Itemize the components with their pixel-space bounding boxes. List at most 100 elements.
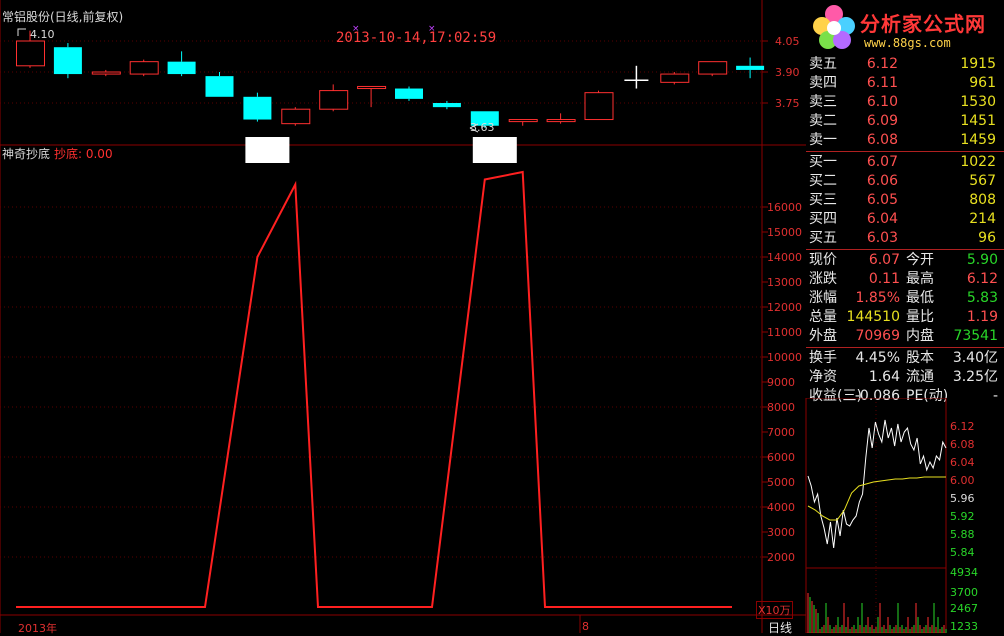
price-axis-tick: 4.05 — [775, 35, 800, 48]
stat-value: 0.11 — [868, 271, 900, 287]
indicator-name[interactable]: 神奇抄底 — [2, 145, 50, 162]
stat-label: 换手 — [809, 350, 837, 366]
panel-divider — [806, 347, 1004, 348]
candlestick[interactable] — [624, 65, 649, 89]
intraday-average-line — [807, 476, 946, 521]
row-volume: 961 — [969, 75, 996, 91]
intraday-volume-tick: 3700 — [950, 586, 978, 599]
stat-label: 净资 — [809, 369, 837, 385]
order-book-row[interactable]: 卖二 6.09 1451 — [806, 112, 1002, 131]
price-axis-tick: 3.90 — [775, 66, 800, 79]
candlestick[interactable] — [546, 113, 576, 124]
stat-label: 涨跌 — [809, 271, 837, 287]
buy-signal-box — [472, 137, 517, 163]
month-label: 8 — [582, 620, 589, 633]
stat-value: 6.07 — [868, 252, 900, 268]
intraday-price-line — [807, 419, 947, 549]
intraday-volume-tick: 2467 — [950, 602, 978, 615]
stat-label: 内盘 — [906, 328, 934, 344]
stat-row: 现价 6.07 今开 5.90 — [806, 251, 1002, 270]
indicator-axis-tick: 14000 — [767, 251, 802, 264]
row-label: 卖五 — [809, 56, 837, 72]
row-price: 6.07 — [866, 154, 898, 170]
order-book-row[interactable]: 买四 6.04 214 — [806, 210, 1002, 229]
order-book-row[interactable]: 买二 6.06 567 — [806, 172, 1002, 191]
intraday-price-tick: 5.92 — [950, 510, 975, 523]
stat-label: 流通 — [906, 369, 934, 385]
main-chart[interactable]: × × 4.053.903.751600015000140001300012000… — [0, 0, 806, 633]
row-volume: 1459 — [960, 132, 996, 148]
candlestick[interactable] — [508, 119, 538, 126]
candlestick[interactable] — [129, 59, 159, 77]
stat-row: 涨幅 1.85% 最低 5.83 — [806, 289, 1002, 308]
stat-value: 144510 — [846, 309, 900, 325]
candlestick[interactable] — [584, 90, 614, 121]
indicator-axis-tick: 10000 — [767, 351, 802, 364]
intraday-chart[interactable]: 6.12 6.08 6.04 6.00 5.96 5.92 5.88 5.84 4934 3700… — [768, 398, 1004, 633]
candlestick[interactable] — [53, 43, 82, 79]
buy-signal-box — [245, 137, 290, 163]
candlestick[interactable] — [205, 72, 234, 97]
stat-value: 3.40亿 — [952, 350, 998, 366]
stat-label: 量比 — [906, 309, 934, 325]
intraday-price-tick: 6.12 — [950, 420, 975, 433]
indicator-axis-tick: 12000 — [767, 301, 802, 314]
candlestick[interactable] — [319, 84, 349, 112]
intraday-price-tick: 5.96 — [950, 492, 975, 505]
candlestick[interactable] — [243, 92, 272, 122]
order-book-row[interactable]: 买一 6.07 1022 — [806, 153, 1002, 172]
row-label: 买二 — [809, 173, 837, 189]
candlestick[interactable] — [736, 57, 765, 79]
order-book-row[interactable]: 卖四 6.11 961 — [806, 74, 1002, 93]
stat-value: 70969 — [855, 328, 900, 344]
order-book-row[interactable]: 买五 6.03 96 — [806, 229, 1002, 248]
panel-divider — [806, 249, 1004, 250]
candlestick[interactable] — [91, 69, 121, 77]
row-label: 卖一 — [809, 132, 837, 148]
row-volume: 96 — [978, 230, 996, 246]
intraday-volume-tick: 1233 — [950, 620, 978, 633]
order-book-row[interactable]: 卖一 6.08 1459 — [806, 131, 1002, 150]
candlestick[interactable] — [167, 51, 196, 77]
intraday-price-tick: 5.84 — [950, 546, 975, 559]
stat-value: 4.45% — [855, 350, 900, 366]
stat-row: 涨跌 0.11 最高 6.12 — [806, 270, 1002, 289]
row-label: 卖二 — [809, 113, 837, 129]
row-volume: 1530 — [960, 94, 996, 110]
order-book-row[interactable]: 卖五 6.12 1915 — [806, 55, 1002, 74]
stat-label: 现价 — [809, 252, 837, 268]
row-price: 6.09 — [866, 113, 898, 129]
intraday-volume-tick: 4934 — [950, 566, 978, 579]
row-price: 6.10 — [866, 94, 898, 110]
stat-value: 1.19 — [966, 309, 998, 325]
candlestick[interactable] — [660, 72, 690, 85]
stat-value: 73541 — [953, 328, 998, 344]
flower-logo-icon — [813, 5, 855, 49]
logo-url-text: www.88gs.com — [864, 36, 951, 50]
low-price-label: 3.63 — [470, 121, 495, 134]
panel-divider — [806, 151, 1004, 152]
stat-row: 总量 144510 量比 1.19 — [806, 308, 1002, 327]
order-book-row[interactable]: 买三 6.05 808 — [806, 191, 1002, 210]
indicator-axis-tick: 16000 — [767, 201, 802, 214]
indicator-axis-tick: 13000 — [767, 276, 802, 289]
stat-value: 3.25亿 — [952, 369, 998, 385]
candlestick[interactable] — [395, 86, 423, 101]
row-price: 6.08 — [866, 132, 898, 148]
stat-value: 6.12 — [966, 271, 998, 287]
candlestick[interactable] — [357, 85, 387, 108]
intraday-price-tick: 6.08 — [950, 438, 975, 451]
high-price-label: 4.10 — [30, 28, 55, 41]
stat-value: 1.85% — [855, 290, 900, 306]
stat-row: 换手 4.45% 股本 3.40亿 — [806, 349, 1002, 368]
site-logo: 分析家公式网 www.88gs.com — [806, 0, 1004, 55]
row-price: 6.11 — [866, 75, 898, 91]
candlestick[interactable] — [432, 100, 461, 110]
candlestick[interactable] — [698, 61, 728, 77]
stat-row: 外盘 70969 内盘 73541 — [806, 327, 1002, 346]
order-book-row[interactable]: 卖三 6.10 1530 — [806, 93, 1002, 112]
candlestick[interactable] — [281, 107, 311, 126]
row-volume: 1451 — [960, 113, 996, 129]
stat-label: 今开 — [906, 252, 934, 268]
row-label: 卖四 — [809, 75, 837, 91]
